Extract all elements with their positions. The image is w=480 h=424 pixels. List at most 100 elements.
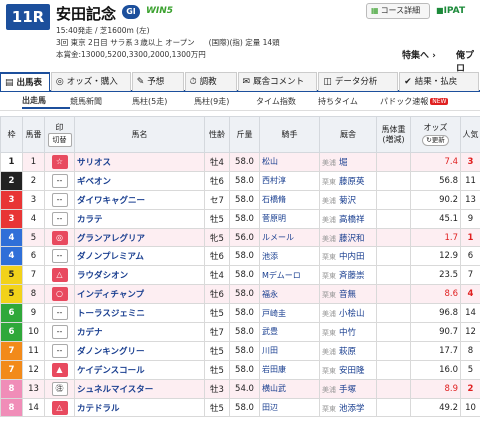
mark-cell[interactable]: -- bbox=[44, 246, 75, 267]
jockey-link[interactable]: 西村淳 bbox=[262, 176, 286, 185]
horse-name-link[interactable]: トーラスジェミニ bbox=[77, 309, 145, 319]
odds-value[interactable]: 56.8 bbox=[439, 176, 458, 186]
stable-cell[interactable]: 美浦 藤沢和 bbox=[319, 227, 377, 248]
odds-cell[interactable]: 56.8 bbox=[410, 170, 461, 191]
odds-value[interactable]: 1.7 bbox=[444, 233, 458, 243]
mark-cell[interactable]: -- bbox=[44, 322, 75, 342]
horse-cell[interactable]: サリオス bbox=[74, 152, 205, 172]
trainer-link[interactable]: 藤沢和 bbox=[339, 234, 365, 244]
odds-value[interactable]: 23.5 bbox=[439, 270, 458, 280]
tab-5[interactable]: ◫ データ分析 bbox=[318, 72, 399, 91]
jockey-link[interactable]: 田辺 bbox=[262, 403, 278, 412]
odds-cell[interactable]: 1.7 bbox=[410, 227, 461, 248]
stable-cell[interactable]: 栗東 中竹 bbox=[319, 322, 377, 342]
jockey-cell[interactable]: 田辺 bbox=[259, 397, 320, 418]
odds-cell[interactable]: 49.2 bbox=[410, 397, 461, 418]
horse-name-link[interactable]: インディチャンプ bbox=[77, 290, 144, 300]
table-row[interactable]: 6 9 -- トーラスジェミニ 牡5 58.0 戸崎圭 美浦 小桧山 96.8 14 bbox=[0, 303, 480, 324]
horse-cell[interactable]: グランアレグリア bbox=[74, 227, 205, 248]
odds-value[interactable]: 8.9 bbox=[444, 384, 458, 394]
course-detail-button[interactable]: ▦ コース詳細 bbox=[366, 3, 430, 19]
horse-cell[interactable]: ダノンキングリー bbox=[74, 340, 205, 361]
horse-name-link[interactable]: カテドラル bbox=[77, 404, 120, 414]
stable-cell[interactable]: 美浦 高橋祥 bbox=[319, 208, 377, 229]
table-row[interactable]: 4 6 -- ダノンプレミアム 牡6 58.0 池添 栗東 中内田 12.9 6 bbox=[0, 246, 480, 267]
jockey-cell[interactable]: 岩田康 bbox=[259, 359, 320, 380]
stable-cell[interactable]: 栗東 音無 bbox=[319, 284, 377, 305]
jockey-cell[interactable]: 武豊 bbox=[259, 322, 320, 342]
horse-cell[interactable]: インディチャンプ bbox=[74, 284, 205, 305]
jockey-link[interactable]: 武豊 bbox=[262, 327, 278, 336]
table-row[interactable]: 8 13 ㊟シュネルマイスター 牡3 54.0 横山武 美浦 手塚 8.9 2 bbox=[0, 378, 480, 399]
horse-cell[interactable]: ダノンプレミアム bbox=[74, 246, 205, 267]
horse-name-link[interactable]: ダノンプレミアム bbox=[77, 252, 144, 262]
odds-cell[interactable]: 90.2 bbox=[410, 189, 461, 210]
stable-cell[interactable]: 美浦 菊沢 bbox=[319, 189, 377, 210]
jockey-cell[interactable]: ルメール bbox=[259, 227, 320, 248]
tab-2[interactable]: ✎ 予想 bbox=[131, 72, 184, 91]
mark-selector[interactable]: ◎ bbox=[51, 230, 68, 245]
stable-cell[interactable]: 栗東 中内田 bbox=[319, 246, 377, 267]
mark-selector[interactable]: -- bbox=[51, 343, 68, 358]
odds-value[interactable]: 90.2 bbox=[439, 195, 458, 205]
subtab-2[interactable]: 馬柱(5走) bbox=[132, 96, 194, 107]
horse-cell[interactable]: ケイデンスコール bbox=[74, 359, 205, 380]
stable-cell[interactable]: 栗東 安田隆 bbox=[319, 359, 377, 380]
jockey-cell[interactable]: 石橋脩 bbox=[259, 189, 320, 210]
odds-value[interactable]: 96.8 bbox=[439, 308, 458, 318]
table-row[interactable]: 8 14 △ カテドラル 牡5 58.0 田辺 栗東 池添学 49.2 10 bbox=[0, 397, 480, 418]
stable-cell[interactable]: 美浦 小桧山 bbox=[319, 303, 377, 324]
odds-cell[interactable]: 8.9 bbox=[410, 378, 461, 399]
mark-cell[interactable]: -- bbox=[44, 208, 75, 229]
subtab-6[interactable]: パドック速報 NEW bbox=[380, 96, 452, 107]
jockey-cell[interactable]: 西村淳 bbox=[259, 170, 320, 191]
horse-name-link[interactable]: カラテ bbox=[77, 215, 103, 225]
ipat-button[interactable]: ■IPAT bbox=[436, 3, 480, 19]
horse-name-link[interactable]: ケイデンスコール bbox=[77, 366, 145, 376]
odds-value[interactable]: 12.9 bbox=[439, 251, 458, 261]
odds-value[interactable]: 49.2 bbox=[439, 403, 458, 413]
trainer-link[interactable]: 池添学 bbox=[339, 404, 365, 414]
mark-selector[interactable]: ㊟ bbox=[51, 381, 68, 396]
mark-selector[interactable]: -- bbox=[51, 211, 68, 226]
horse-cell[interactable]: カラテ bbox=[74, 208, 205, 229]
mark-cell[interactable]: △ bbox=[44, 265, 75, 286]
tab-1[interactable]: ◎ オッズ・購入 bbox=[50, 72, 131, 91]
mark-selector[interactable]: -- bbox=[51, 324, 68, 339]
trainer-link[interactable]: 中竹 bbox=[339, 328, 356, 338]
stable-cell[interactable]: 美浦 萩原 bbox=[319, 340, 377, 361]
stable-cell[interactable]: 栗東 藤原英 bbox=[319, 170, 377, 191]
odds-cell[interactable]: 90.7 bbox=[410, 322, 461, 342]
odds-value[interactable]: 16.0 bbox=[439, 365, 458, 375]
odds-cell[interactable]: 45.1 bbox=[410, 208, 461, 229]
mark-switch-button[interactable]: 切替 bbox=[47, 132, 72, 147]
jockey-cell[interactable]: 菅原明 bbox=[259, 208, 320, 229]
jockey-link[interactable]: 横山武 bbox=[262, 384, 286, 393]
tab-6[interactable]: ✔ 結果・払戻 bbox=[399, 72, 479, 91]
horse-cell[interactable]: シュネルマイスター bbox=[74, 378, 205, 399]
subtab-3[interactable]: 馬柱(9走) bbox=[194, 96, 256, 107]
mark-cell[interactable]: ▲ bbox=[44, 359, 75, 380]
odds-value[interactable]: 8.6 bbox=[444, 289, 458, 299]
trainer-link[interactable]: 小桧山 bbox=[339, 309, 365, 319]
jockey-cell[interactable]: 戸崎圭 bbox=[259, 303, 320, 324]
horse-cell[interactable]: カテドラル bbox=[74, 397, 205, 418]
odds-cell[interactable]: 8.6 bbox=[410, 284, 461, 305]
mark-selector[interactable]: -- bbox=[51, 192, 68, 207]
mark-selector[interactable]: ▲ bbox=[51, 362, 68, 377]
stable-cell[interactable]: 栗東 斉藤崇 bbox=[319, 265, 377, 286]
table-row[interactable]: 7 11 -- ダノンキングリー 牡5 58.0 川田 美浦 萩原 17.7 8 bbox=[0, 340, 480, 361]
subtab-5[interactable]: 持ちタイム bbox=[318, 96, 380, 107]
trainer-link[interactable]: 藤原英 bbox=[339, 177, 365, 187]
odds-cell[interactable]: 16.0 bbox=[410, 359, 461, 380]
jockey-link[interactable]: 池添 bbox=[262, 252, 278, 261]
col-umaban[interactable]: 馬番 bbox=[22, 116, 45, 153]
jockey-cell[interactable]: Mデムーロ bbox=[259, 265, 320, 286]
jockey-link[interactable]: 松山 bbox=[262, 157, 278, 166]
odds-value[interactable]: 7.4 bbox=[444, 157, 458, 167]
table-row[interactable]: 5 7 △ ラウダシオン 牡4 58.0 Mデムーロ 栗東 斉藤崇 23.5 7 bbox=[0, 265, 480, 286]
trainer-link[interactable]: 高橋祥 bbox=[339, 215, 365, 225]
subtab-4[interactable]: タイム指数 bbox=[256, 96, 318, 107]
odds-cell[interactable]: 17.7 bbox=[410, 340, 461, 361]
mark-selector[interactable]: △ bbox=[51, 268, 68, 283]
